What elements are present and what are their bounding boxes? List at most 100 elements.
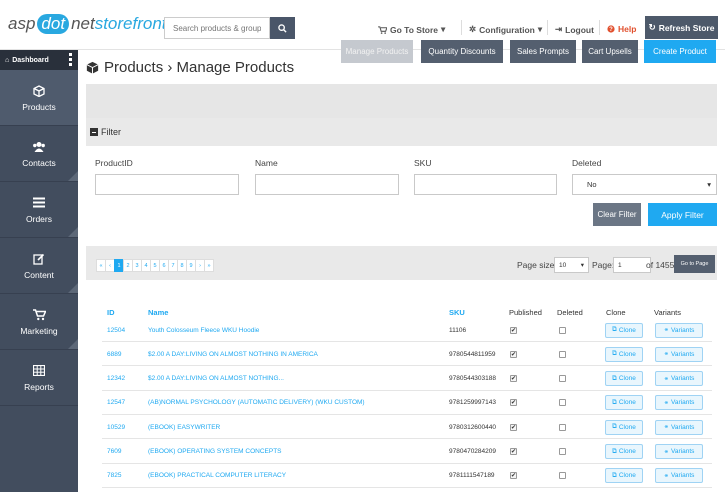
product-id-link[interactable]: 6889	[107, 342, 121, 366]
quantity-discounts-button[interactable]: Quantity Discounts	[421, 40, 503, 63]
go-to-store-menu[interactable]: Go To Store ▾	[378, 24, 445, 35]
clear-filter-button[interactable]: Clear Filter	[593, 203, 641, 226]
configuration-label: Configuration	[479, 24, 535, 35]
product-name-link[interactable]: (AB)NORMAL PSYCHOLOGY (AUTOMATIC DELIVER…	[148, 391, 365, 415]
refresh-store-button[interactable]: ↻ Refresh Store	[645, 16, 718, 39]
sales-prompts-button[interactable]: Sales Prompts	[510, 40, 576, 63]
search-button[interactable]	[270, 17, 295, 39]
clone-button[interactable]: ⧉ Clone	[605, 419, 643, 435]
clone-button[interactable]: ⧉ Clone	[605, 468, 643, 484]
product-sku: 9781259997143	[449, 399, 496, 407]
clone-button[interactable]: ⧉ Clone	[605, 322, 643, 338]
sidebar-item-marketing[interactable]: Marketing	[0, 294, 78, 350]
name-label: Name	[255, 158, 278, 168]
product-id-link[interactable]: 10529	[107, 415, 125, 439]
variants-icon: ⚭	[663, 448, 670, 456]
apply-filter-button[interactable]: Apply Filter	[648, 203, 717, 226]
search-icon	[278, 23, 287, 33]
filter-title: Filter	[101, 127, 121, 137]
sidebar-dashboard[interactable]: ⌂ Dashboard	[0, 50, 78, 70]
variants-label: Variants	[671, 375, 695, 383]
clone-label: Clone	[618, 350, 636, 358]
cube-icon	[32, 84, 46, 98]
variants-button[interactable]: ⚭ Variants	[655, 419, 703, 435]
deleted-checkbox[interactable]	[559, 472, 566, 480]
published-checkbox[interactable]: ✔	[510, 423, 517, 431]
sidebar-item-orders[interactable]: Orders	[0, 182, 78, 238]
product-name-link[interactable]: (EBOOK) OPERATING SYSTEM CONCEPTS	[148, 440, 282, 464]
variants-button[interactable]: ⚭ Variants	[655, 444, 703, 459]
clone-button[interactable]: ⧉ Clone	[605, 346, 643, 362]
column-header-clone: Clone	[606, 308, 626, 317]
variants-button[interactable]: ⚭ Variants	[655, 322, 703, 338]
variants-button[interactable]: ⚭ Variants	[655, 468, 703, 484]
sidebar-item-contacts[interactable]: Contacts	[0, 126, 78, 182]
sku-field[interactable]	[414, 174, 557, 195]
product-id-field[interactable]	[95, 174, 239, 195]
logo-net: net	[71, 14, 95, 33]
filter-header[interactable]: Filter	[86, 118, 717, 146]
deleted-checkbox[interactable]	[559, 375, 566, 383]
help-link[interactable]: ? Help	[607, 24, 636, 34]
logo[interactable]: asp dot net storefront	[8, 14, 167, 34]
kebab-menu-icon[interactable]	[69, 53, 72, 66]
deleted-checkbox[interactable]	[559, 350, 566, 358]
clone-button[interactable]: ⧉ Clone	[605, 371, 643, 387]
product-id-link[interactable]: 7609	[107, 440, 121, 464]
configuration-menu[interactable]: ✲ Configuration ▾	[469, 24, 542, 35]
cart-icon	[32, 308, 46, 322]
variants-button[interactable]: ⚭ Variants	[655, 371, 703, 387]
product-id-link[interactable]: 7825	[107, 464, 121, 488]
published-checkbox[interactable]: ✔	[510, 326, 517, 334]
published-checkbox[interactable]: ✔	[510, 375, 517, 383]
variants-label: Variants	[671, 326, 695, 334]
product-name-link[interactable]: $2.00 A DAY:LIVING ON ALMOST NOTHING IN …	[148, 342, 318, 366]
manage-products-button[interactable]: Manage Products	[341, 40, 413, 63]
sidebar-item-label: Reports	[24, 381, 54, 392]
product-id-link[interactable]: 12504	[107, 318, 125, 342]
product-name-link[interactable]: $2.00 A DAY:LIVING ON ALMOST NOTHING...	[148, 367, 284, 391]
deleted-checkbox[interactable]	[559, 448, 566, 455]
go-to-page-button[interactable]: Go to Page	[674, 255, 715, 273]
name-field[interactable]	[255, 174, 399, 195]
deleted-checkbox[interactable]	[559, 423, 566, 431]
clone-label: Clone	[618, 448, 636, 455]
published-checkbox[interactable]: ✔	[510, 448, 517, 455]
clone-button[interactable]: ⧉ Clone	[605, 444, 643, 459]
sku-label: SKU	[414, 158, 432, 168]
deleted-checkbox[interactable]	[559, 326, 566, 334]
product-name-link[interactable]: Youth Colosseum Fleece WKU Hoodie	[148, 318, 259, 342]
product-id-link[interactable]: 12342	[107, 367, 125, 391]
sidebar-item-content[interactable]: Content	[0, 238, 78, 294]
column-header-sku[interactable]: SKU	[449, 308, 465, 317]
product-id-link[interactable]: 12547	[107, 391, 125, 415]
search-input[interactable]	[164, 17, 270, 39]
published-checkbox[interactable]: ✔	[510, 472, 517, 480]
home-icon: ⌂	[5, 56, 10, 64]
deleted-select[interactable]: No ▾	[572, 174, 717, 195]
product-sku: 9780470284209	[449, 448, 496, 455]
column-header-id[interactable]: ID	[107, 308, 115, 317]
column-header-published: Published	[509, 308, 542, 317]
last-page-button[interactable]: »	[204, 259, 214, 272]
create-product-button[interactable]: Create Product	[644, 40, 716, 63]
sidebar-item-reports[interactable]: Reports	[0, 350, 78, 406]
page-size-select[interactable]: 10 ▾	[554, 257, 589, 273]
clone-label: Clone	[618, 326, 636, 334]
product-name-link[interactable]: (EBOOK) EASYWRITER	[148, 415, 220, 439]
product-name-link[interactable]: (EBOOK) PRACTICAL COMPUTER LITERACY	[148, 464, 286, 488]
published-checkbox[interactable]: ✔	[510, 350, 517, 358]
collapse-icon	[90, 128, 98, 136]
logout-label: Logout	[565, 24, 594, 35]
column-header-name[interactable]: Name	[148, 308, 168, 317]
deleted-checkbox[interactable]	[559, 399, 566, 407]
logout-link[interactable]: ⇥ Logout	[555, 24, 594, 35]
sidebar-item-products[interactable]: Products	[0, 70, 78, 126]
deleted-label: Deleted	[572, 158, 602, 168]
cart-upsells-button[interactable]: Cart Upsells	[582, 40, 638, 63]
variants-button[interactable]: ⚭ Variants	[655, 346, 703, 362]
logout-icon: ⇥	[555, 24, 563, 34]
clone-button[interactable]: ⧉ Clone	[605, 395, 643, 411]
published-checkbox[interactable]: ✔	[510, 399, 517, 407]
variants-button[interactable]: ⚭ Variants	[655, 395, 703, 411]
